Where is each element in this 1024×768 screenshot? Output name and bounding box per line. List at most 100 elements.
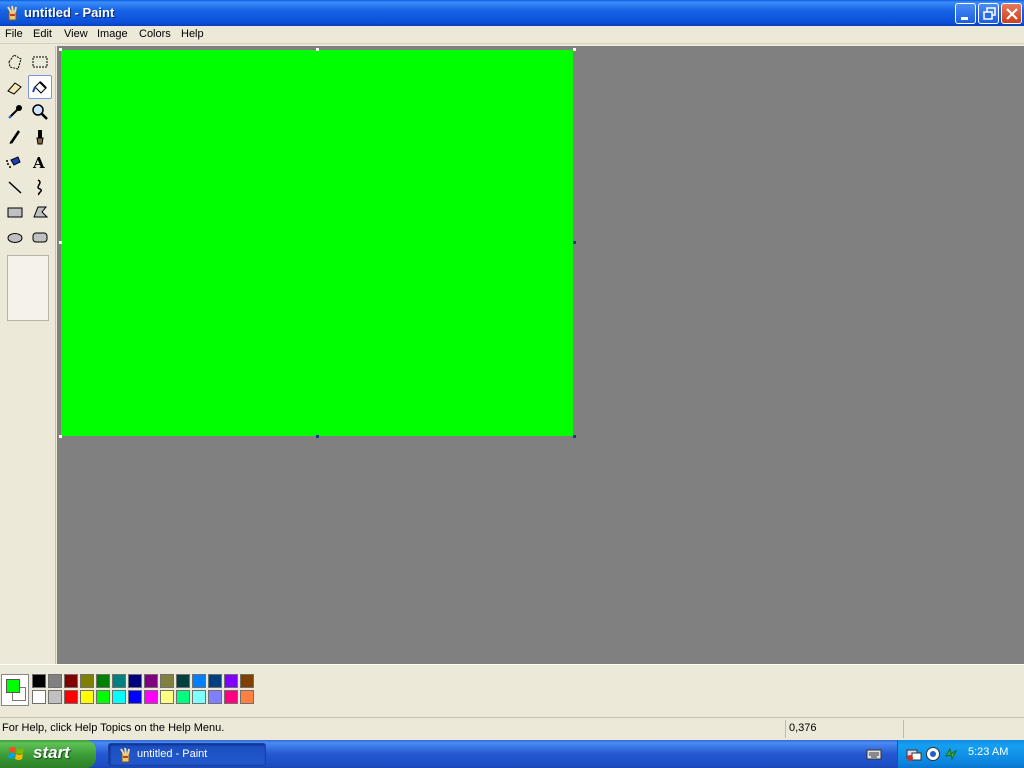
palette-swatch[interactable] [192, 674, 206, 688]
palette-swatch[interactable] [240, 690, 254, 704]
title-bar[interactable]: untitled - Paint [0, 0, 1024, 26]
palette-swatch[interactable] [96, 690, 110, 704]
palette-swatch[interactable] [144, 690, 158, 704]
eraser-icon [7, 82, 22, 95]
palette-swatch[interactable] [80, 690, 94, 704]
status-bar: For Help, click Help Topics on the Help … [0, 717, 1024, 739]
menu-view[interactable]: View [64, 28, 88, 40]
airbrush-icon [6, 156, 21, 168]
restore-button[interactable] [978, 3, 999, 24]
palette-swatch[interactable] [96, 674, 110, 688]
tool-select[interactable] [28, 50, 52, 74]
menu-file[interactable]: File [5, 28, 23, 40]
free-form-select-icon [8, 54, 22, 70]
palette-swatch[interactable] [208, 690, 222, 704]
clock: 5:23 AM [968, 746, 1009, 758]
tool-eraser[interactable] [3, 75, 27, 99]
palette-swatch[interactable] [224, 690, 238, 704]
tool-rounded-rectangle[interactable] [28, 225, 52, 249]
tool-options-box[interactable] [7, 255, 49, 321]
tool-pick-color[interactable] [3, 100, 27, 124]
resize-handle-top [316, 48, 319, 51]
palette-swatch[interactable] [32, 690, 46, 704]
tool-text[interactable]: A [28, 150, 52, 174]
brush-icon [36, 130, 44, 145]
tool-magnifier[interactable] [28, 100, 52, 124]
menu-help[interactable]: Help [181, 28, 204, 40]
palette-swatch[interactable] [208, 674, 222, 688]
tool-polygon[interactable] [28, 200, 52, 224]
rounded-rectangle-icon [32, 232, 48, 243]
palette-swatch[interactable] [112, 674, 126, 688]
start-button[interactable]: start [0, 740, 96, 768]
palette-swatch[interactable] [128, 690, 142, 704]
magnifier-icon [32, 104, 48, 120]
palette-swatch[interactable] [224, 674, 238, 688]
palette-swatch[interactable] [160, 690, 174, 704]
restore-icon [983, 7, 996, 20]
menu-colors[interactable]: Colors [139, 28, 171, 40]
start-label: start [33, 743, 70, 762]
tool-curve[interactable] [28, 175, 52, 199]
minimize-button[interactable] [955, 3, 976, 24]
paint-app-icon [120, 747, 130, 763]
tool-brush[interactable] [28, 125, 52, 149]
taskbar: start untitled - Paint 5:23 AM [0, 740, 1024, 768]
network-icon[interactable] [906, 746, 922, 762]
sync-icon[interactable] [943, 746, 959, 762]
taskbar-item-paint[interactable]: untitled - Paint [108, 743, 266, 766]
tool-line[interactable] [3, 175, 27, 199]
tool-pencil[interactable] [3, 125, 27, 149]
status-help-text: For Help, click Help Topics on the Help … [2, 722, 225, 734]
minimize-icon [961, 17, 968, 20]
palette-swatch[interactable] [112, 690, 126, 704]
palette-swatch[interactable] [240, 674, 254, 688]
tool-airbrush[interactable] [3, 150, 27, 174]
resize-handle-bottom-left [59, 435, 62, 438]
resize-handle-bottom[interactable] [316, 435, 319, 438]
palette-swatch[interactable] [32, 674, 46, 688]
palette-swatch[interactable] [128, 674, 142, 688]
menu-edit[interactable]: Edit [33, 28, 52, 40]
tool-rectangle[interactable] [3, 200, 27, 224]
toolbox: A [0, 46, 56, 664]
resize-handle-left [59, 241, 62, 244]
windows-logo-icon [8, 747, 24, 760]
polygon-icon [33, 206, 49, 218]
color-box [0, 664, 1024, 714]
curve-icon [37, 179, 42, 196]
palette-swatch[interactable] [192, 690, 206, 704]
palette-swatch[interactable] [48, 674, 62, 688]
palette-swatch[interactable] [176, 674, 190, 688]
resize-handle-right[interactable] [573, 241, 576, 244]
palette-swatch[interactable] [64, 690, 78, 704]
paint-app-icon[interactable] [4, 5, 20, 21]
menu-bar: File Edit View Image Colors Help [0, 26, 1024, 44]
eyedropper-icon [8, 105, 22, 119]
security-icon[interactable] [925, 746, 941, 762]
close-button[interactable] [1001, 3, 1022, 24]
palette-swatch[interactable] [144, 674, 158, 688]
palette-swatch[interactable] [80, 674, 94, 688]
tool-fill-with-color[interactable] [28, 75, 52, 99]
tool-free-form-select[interactable] [3, 50, 27, 74]
palette-swatch[interactable] [160, 674, 174, 688]
menu-image[interactable]: Image [97, 28, 128, 40]
close-icon [1006, 8, 1018, 20]
tool-ellipse[interactable] [3, 225, 27, 249]
foreground-color [6, 679, 20, 693]
status-coordinates: 0,376 [789, 722, 817, 734]
window-title: untitled - Paint [24, 5, 115, 20]
status-separator [903, 720, 904, 738]
palette-swatch[interactable] [48, 690, 62, 704]
text-icon: A [32, 154, 45, 172]
palette-swatch[interactable] [176, 690, 190, 704]
ellipse-icon [7, 233, 23, 243]
resize-handle-bottom-right[interactable] [573, 435, 576, 438]
pencil-icon [9, 130, 21, 145]
drawing-canvas[interactable] [61, 50, 573, 436]
resize-handle-top-right [573, 48, 576, 51]
canvas-workspace[interactable] [57, 46, 1024, 664]
palette-swatch[interactable] [64, 674, 78, 688]
keyboard-icon[interactable] [866, 747, 882, 761]
